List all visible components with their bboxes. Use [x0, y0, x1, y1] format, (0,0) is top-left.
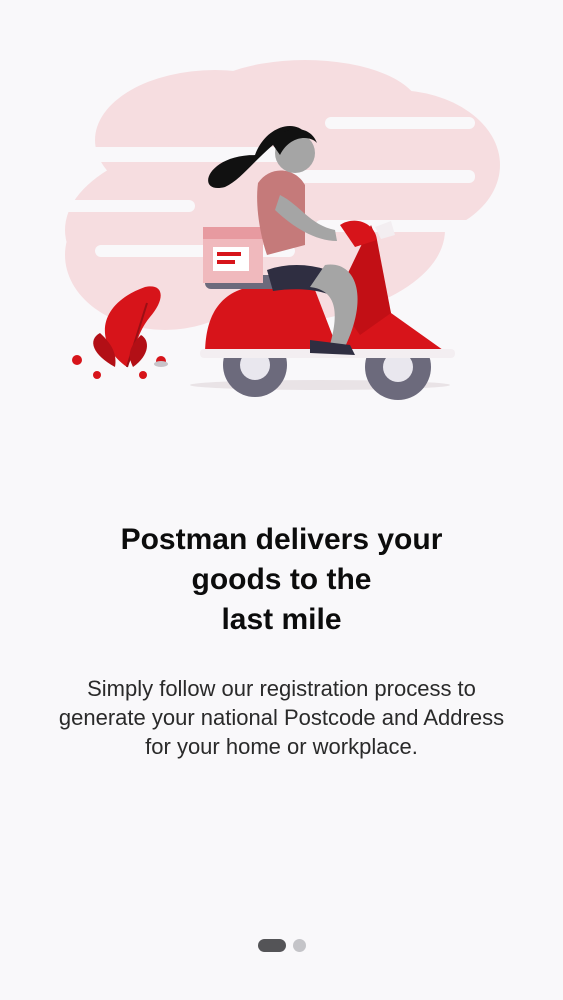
description-line: for your home or workplace.: [145, 734, 418, 759]
delivery-illustration: [55, 55, 510, 405]
parcel-box: [203, 227, 263, 283]
onboarding-screen: Postman delivers your goods to the last …: [0, 0, 563, 1000]
title-line: Postman delivers your: [120, 523, 443, 556]
title-line: goods to the: [191, 563, 372, 596]
onboarding-title: Postman delivers your goods to the last …: [40, 520, 523, 640]
title-line: last mile: [221, 603, 342, 636]
page-dot-inactive[interactable]: [292, 938, 306, 952]
description-line: Simply follow our registration process t…: [87, 676, 476, 701]
page-indicator: [0, 937, 563, 953]
page-dot-active[interactable]: [257, 938, 286, 952]
description-line: generate your national Postcode and Addr…: [58, 705, 505, 730]
onboarding-description: Simply follow our registration process t…: [20, 674, 543, 761]
